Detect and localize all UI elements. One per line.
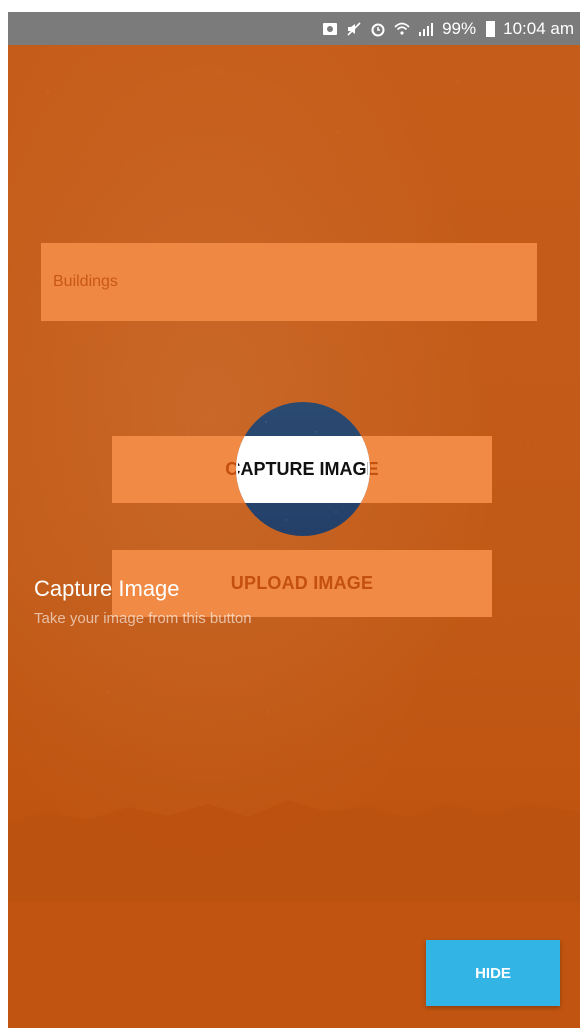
battery-percent: 99% — [442, 18, 477, 38]
alarm-icon — [371, 23, 385, 36]
photo-icon — [323, 22, 338, 35]
category-field[interactable]: Buildings — [41, 243, 537, 321]
category-field-value: Buildings — [53, 273, 118, 290]
hide-button-label: HIDE — [475, 964, 511, 982]
showcase-description: Take your image from this button — [34, 610, 252, 627]
hide-button[interactable]: HIDE — [426, 940, 560, 1006]
wifi-icon — [394, 22, 410, 35]
mute-icon — [347, 21, 361, 36]
signal-icon — [419, 22, 434, 36]
battery-icon — [486, 20, 496, 37]
status-bar: 99% 10:04 am — [8, 12, 580, 45]
upload-image-label: UPLOAD IMAGE — [230, 573, 374, 593]
clock: 10:04 am — [503, 18, 574, 38]
mountain-silhouette — [8, 800, 580, 902]
spotlight-capture-label[interactable]: CAPTURE IMAGE — [238, 436, 368, 503]
spotlight-capture-text: CAPTURE IMAGE — [238, 459, 368, 479]
showcase-title: Capture Image — [34, 576, 180, 601]
